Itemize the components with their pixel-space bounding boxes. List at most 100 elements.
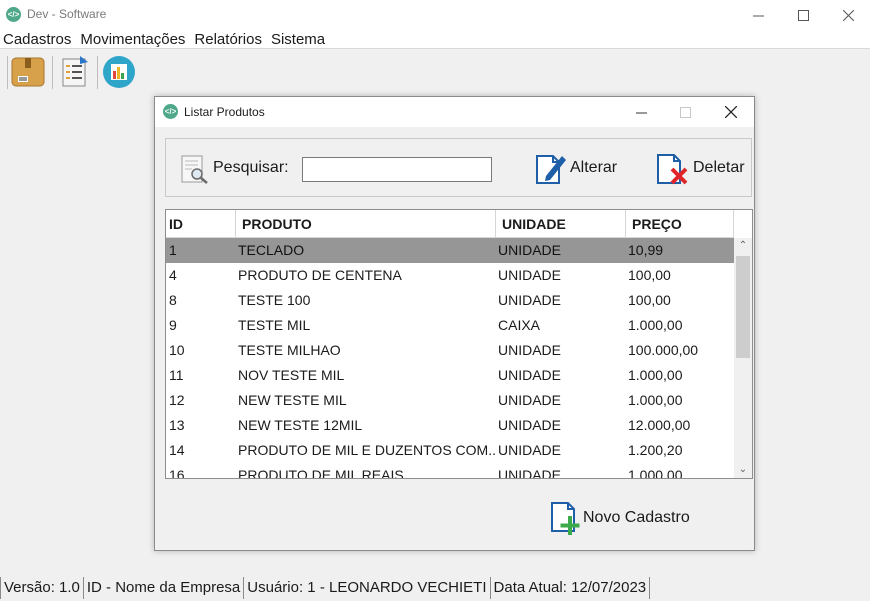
scroll-down-arrow-icon[interactable]: ⌄ <box>734 462 752 478</box>
cell-produto: PRODUTO DE CENTENA <box>238 267 402 283</box>
table-row[interactable]: 16 PRODUTO DE MIL REAIS UNIDADE 1.000,00 <box>166 463 734 479</box>
cell-preco: 1.200,20 <box>628 442 683 458</box>
toolbar-separator <box>97 56 98 89</box>
cell-id: 14 <box>169 442 185 458</box>
search-input[interactable] <box>302 157 492 182</box>
document-list-icon <box>62 56 88 87</box>
edit-document-icon <box>536 155 566 184</box>
window-titlebar: </> Dev - Software <box>0 0 870 30</box>
maximize-icon <box>679 106 691 118</box>
close-button[interactable] <box>825 0 870 30</box>
status-date: Data Atual: 12/07/2023 <box>489 576 651 599</box>
reports-toolbar-button[interactable] <box>102 55 136 89</box>
cell-produto: TESTE 100 <box>238 292 311 308</box>
scroll-up-arrow-icon[interactable]: ⌃ <box>734 238 752 254</box>
cell-produto: TESTE MIL <box>238 317 311 333</box>
cell-id: 12 <box>169 392 185 408</box>
frame-close-button[interactable] <box>709 97 753 127</box>
app-logo-icon: </> <box>6 7 21 22</box>
cell-id: 4 <box>169 267 177 283</box>
minimize-button[interactable] <box>735 0 781 30</box>
table-body: 1 TECLADO UNIDADE 10,99 4 PRODUTO DE CEN… <box>166 238 734 479</box>
table-row[interactable]: 13 NEW TESTE 12MIL UNIDADE 12.000,00 <box>166 413 734 438</box>
toolbar-separator <box>7 56 8 89</box>
table-row[interactable]: 8 TESTE 100 UNIDADE 100,00 <box>166 288 734 313</box>
cell-unidade: CAIXA <box>498 317 541 333</box>
table-vertical-scrollbar[interactable]: ⌃ ⌄ <box>734 238 752 478</box>
toolbar <box>0 50 870 92</box>
cell-produto: PRODUTO DE MIL REAIS <box>238 467 404 479</box>
frame-maximize-button[interactable] <box>663 97 707 127</box>
cell-preco: 10,99 <box>628 242 664 258</box>
status-bar: Versão: 1.0 ID - Nome da Empresa Usuário… <box>0 574 870 601</box>
menu-movimentacoes[interactable]: Movimentações <box>80 30 185 49</box>
cell-produto: TECLADO <box>238 242 305 258</box>
movements-toolbar-button[interactable] <box>57 55 91 89</box>
table-row[interactable]: 9 TESTE MIL CAIXA 1.000,00 <box>166 313 734 338</box>
cell-unidade: UNIDADE <box>498 467 562 479</box>
close-icon <box>842 9 854 21</box>
table-row[interactable]: 1 TECLADO UNIDADE 10,99 <box>166 238 734 263</box>
alter-button-label: Alterar <box>570 159 618 176</box>
cell-preco: 1.000,00 <box>628 467 683 479</box>
product-list-titlebar: </> Listar Produtos <box>155 97 754 127</box>
table-row[interactable]: 12 NEW TESTE MIL UNIDADE 1.000,00 <box>166 388 734 413</box>
column-header-preco[interactable]: PREÇO <box>626 210 734 238</box>
status-company: ID - Nome da Empresa <box>82 576 243 599</box>
cell-preco: 100,00 <box>628 267 671 283</box>
alter-button[interactable]: Alterar <box>534 149 617 187</box>
new-record-button[interactable]: Novo Cadastro <box>549 499 690 537</box>
products-toolbar-button[interactable] <box>11 55 45 89</box>
table-row[interactable]: 11 NOV TESTE MIL UNIDADE 1.000,00 <box>166 363 734 388</box>
scrollbar-thumb[interactable] <box>736 256 750 358</box>
menu-cadastros[interactable]: Cadastros <box>3 30 71 49</box>
cell-preco: 100.000,00 <box>628 342 699 358</box>
minimize-icon <box>635 112 647 113</box>
cell-id: 11 <box>169 367 184 383</box>
cell-preco: 12.000,00 <box>628 417 691 433</box>
cell-preco: 1.000,00 <box>628 367 683 383</box>
toolbar-separator <box>52 56 53 89</box>
cell-unidade: UNIDADE <box>498 342 562 358</box>
delete-document-icon <box>657 154 688 185</box>
table-row[interactable]: 10 TESTE MILHAO UNIDADE 100.000,00 <box>166 338 734 363</box>
status-version: Versão: 1.0 <box>0 576 83 599</box>
cell-unidade: UNIDADE <box>498 417 562 433</box>
maximize-icon <box>797 9 809 21</box>
cell-preco: 1.000,00 <box>628 317 683 333</box>
table-header: ID PRODUTO UNIDADE PREÇO <box>166 210 734 238</box>
column-header-unidade[interactable]: UNIDADE <box>496 210 626 238</box>
cell-preco: 100,00 <box>628 292 671 308</box>
menu-relatorios[interactable]: Relatórios <box>194 30 262 49</box>
new-record-button-label: Novo Cadastro <box>583 509 690 526</box>
cell-id: 10 <box>169 342 185 358</box>
product-table[interactable]: ID PRODUTO UNIDADE PREÇO 1 TECLADO UNIDA… <box>165 209 753 479</box>
delete-button[interactable]: Deletar <box>655 149 745 187</box>
product-list-title: Listar Produtos <box>184 105 265 119</box>
search-panel: Pesquisar: Alterar Deletar <box>165 138 752 197</box>
column-header-id[interactable]: ID <box>166 210 236 238</box>
bar-chart-icon <box>103 56 135 88</box>
cell-unidade: UNIDADE <box>498 292 562 308</box>
frame-minimize-button[interactable] <box>619 97 663 127</box>
table-row[interactable]: 14 PRODUTO DE MIL E DUZENTOS COM... UNID… <box>166 438 734 463</box>
cell-preco: 1.000,00 <box>628 392 683 408</box>
window-title: Dev - Software <box>27 7 107 21</box>
status-user: Usuário: 1 - LEONARDO VECHIETI <box>243 576 489 599</box>
product-list-window: </> Listar Produtos Pesquisar: Alterar D… <box>154 96 755 551</box>
cell-unidade: UNIDADE <box>498 367 562 383</box>
add-document-icon <box>551 502 580 535</box>
column-header-produto[interactable]: PRODUTO <box>236 210 496 238</box>
maximize-button[interactable] <box>780 0 826 30</box>
table-row[interactable]: 4 PRODUTO DE CENTENA UNIDADE 100,00 <box>166 263 734 288</box>
cell-produto: NOV TESTE MIL <box>238 367 345 383</box>
cell-unidade: UNIDADE <box>498 242 562 258</box>
app-logo-icon: </> <box>163 104 178 119</box>
cell-id: 13 <box>169 417 185 433</box>
menu-bar: Cadastros Movimentações Relatórios Siste… <box>0 30 870 49</box>
menu-sistema[interactable]: Sistema <box>271 30 325 49</box>
cell-produto: NEW TESTE MIL <box>238 392 347 408</box>
cell-produto: NEW TESTE 12MIL <box>238 417 363 433</box>
box-icon <box>11 57 45 87</box>
close-icon <box>725 106 737 118</box>
